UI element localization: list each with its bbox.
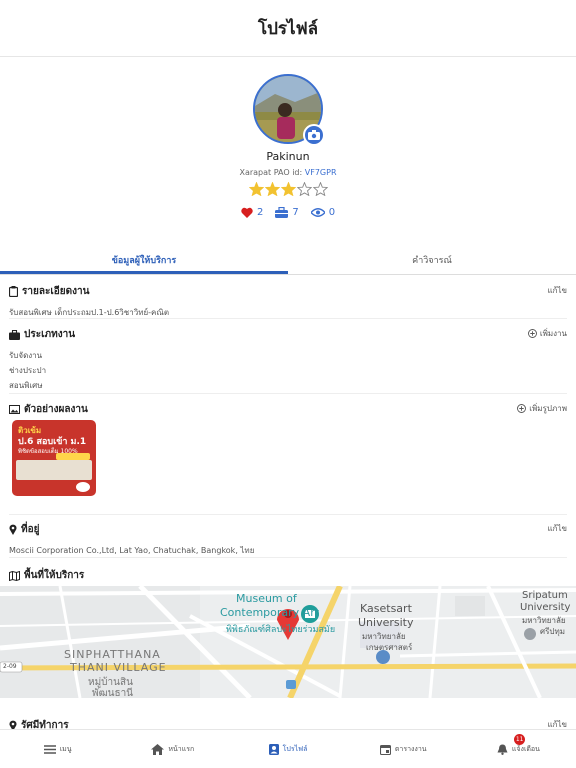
work-types-section: ประเภทงาน เพิ่มงาน รับจัดงาน ช่างประปา ส…: [9, 327, 567, 393]
address-section: ที่อยู่ แก้ไข Moscii Corporation Co.,Ltd…: [9, 522, 567, 558]
rating-stars: [0, 182, 576, 196]
clipboard-icon: [9, 286, 18, 297]
map-label-road: 2-09: [3, 663, 17, 670]
add-work-button[interactable]: เพิ่มงาน: [527, 327, 567, 340]
map-label-museum-th: พิพิธภัณฑ์ศิลปะไทยร่วมสมัย: [226, 625, 336, 635]
details-title-text: รายละเอียดงาน: [22, 286, 90, 297]
portfolio-title-text: ตัวอย่างผลงาน: [24, 404, 88, 415]
add-work-label: เพิ่มงาน: [539, 329, 567, 338]
calendar-icon: [379, 744, 391, 755]
map-label-sripatum-1: Sripatum: [522, 590, 568, 601]
briefcase-icon: [275, 207, 289, 218]
jobs-stat[interactable]: 7: [275, 207, 299, 218]
details-edit-button[interactable]: แก้ไข: [548, 284, 568, 297]
nav-calendar-label: ตารางงาน: [394, 744, 427, 753]
map-label-museum-2: Contemporary Art: [220, 606, 320, 619]
likes-count: 2: [256, 207, 264, 218]
profile-icon: [268, 743, 279, 755]
star-filled-icon: [248, 182, 264, 196]
map-label-kasetsart-th-2: เกษตรศาสตร์: [366, 643, 413, 652]
home-icon: [151, 743, 165, 755]
star-filled-icon: [264, 182, 280, 196]
nav-notifications[interactable]: แจ้งเตือน 11: [461, 730, 576, 768]
address-title: ที่อยู่: [9, 522, 567, 537]
nav-profile-label: โปรไฟล์: [282, 744, 308, 753]
address-text: Moscii Corporation Co.,Ltd, Lat Yao, Cha…: [9, 546, 255, 555]
work-types-title: ประเภทงาน: [9, 327, 567, 342]
profile-tabs: ข้อมูลผู้ให้บริการ คำวิจารณ์: [0, 251, 576, 275]
star-empty-icon: [312, 182, 328, 196]
divider: [9, 514, 567, 515]
map-label-museum-1: Museum of: [236, 592, 297, 605]
map-label-sripatum-2: University: [520, 602, 571, 613]
nav-home[interactable]: หน้าแรก: [115, 730, 230, 768]
list-item: ช่างประปา: [9, 366, 47, 375]
map-label-village-2: THANI VILLAGE: [70, 661, 167, 674]
profile-id-label: Xarapat PAO id:: [239, 168, 303, 177]
menu-icon: [43, 744, 56, 754]
avatar-container[interactable]: [253, 74, 325, 146]
map-label-sripatum-th-2: ศรีปทุม: [540, 627, 565, 636]
bell-icon: [497, 744, 508, 755]
portfolio-title: ตัวอย่างผลงาน: [9, 402, 567, 417]
list-item: สอนพิเศษ: [9, 381, 43, 390]
poster-photo: [16, 460, 92, 480]
map-label-kasetsart-1: Kasetsart: [360, 602, 412, 615]
star-filled-icon: [280, 182, 296, 196]
profile-card: Pakinun Xarapat PAO id: VF7GPR 2 7 0: [0, 57, 576, 247]
likes-stat[interactable]: 2: [241, 207, 263, 218]
eye-icon: [310, 208, 325, 217]
jobs-count: 7: [292, 207, 299, 218]
image-icon: [9, 405, 20, 414]
plus-circle-icon: [527, 329, 537, 338]
poster-seal: [76, 482, 90, 492]
details-section: รายละเอียดงาน แก้ไข รับสอนพิเศษ เด็กประถ…: [9, 284, 567, 320]
camera-icon[interactable]: [303, 124, 325, 146]
nav-calendar[interactable]: ตารางงาน: [346, 730, 461, 768]
heart-icon: [241, 207, 253, 218]
nav-menu-label: เมนู: [59, 744, 72, 753]
details-title: รายละเอียดงาน: [9, 284, 567, 299]
nav-notifications-label: แจ้งเตือน: [511, 744, 540, 753]
address-edit-button[interactable]: แก้ไข: [548, 522, 568, 535]
tab-provider-info[interactable]: ข้อมูลผู้ให้บริการ: [0, 251, 288, 274]
map-pin-icon: [9, 524, 17, 535]
service-area-title: พื้นที่ให้บริการ: [9, 568, 567, 583]
profile-id-code: VF7GPR: [304, 168, 337, 177]
nav-profile[interactable]: โปรไฟล์: [230, 730, 345, 768]
star-empty-icon: [296, 182, 312, 196]
page-header: โปรไฟล์: [0, 0, 576, 57]
map-label-village-1: SINPHATTHANA: [64, 648, 161, 661]
divider: [9, 557, 567, 558]
divider: [9, 318, 567, 319]
map-icon: [9, 570, 20, 581]
views-count: 0: [328, 207, 336, 218]
tab-reviews[interactable]: คำวิจารณ์: [288, 251, 576, 274]
service-area-section: พื้นที่ให้บริการ: [9, 568, 567, 583]
briefcase-icon: [9, 329, 20, 340]
map-label-kasetsart-2: University: [358, 616, 414, 629]
portfolio-section: ตัวอย่างผลงาน เพิ่มรูปภาพ: [9, 402, 567, 417]
bottom-nav: เมนู หน้าแรก โปรไฟล์ ตารางงาน แจ้งเตือน …: [0, 729, 576, 768]
poster-tag: [56, 453, 90, 460]
service-area-title-text: พื้นที่ให้บริการ: [24, 570, 85, 581]
work-types-title-text: ประเภทงาน: [24, 329, 76, 340]
page-title: โปรไฟล์: [257, 18, 319, 39]
nav-menu[interactable]: เมนู: [0, 730, 115, 768]
plus-circle-icon: [517, 404, 527, 413]
divider: [9, 393, 567, 394]
portfolio-image[interactable]: ติวเข้ม ป.6 สอบเข้า ม.1 พิชิตข้อสอบเต็ม …: [12, 420, 96, 496]
views-stat[interactable]: 0: [310, 207, 336, 218]
service-area-map[interactable]: Museum of Contemporary Art พิพิธภัณฑ์ศิล…: [0, 586, 576, 698]
nav-home-label: หน้าแรก: [168, 744, 195, 753]
profile-stats: 2 7 0: [0, 207, 576, 218]
profile-id: Xarapat PAO id: VF7GPR: [0, 168, 576, 177]
map-label-village-th-2: พัฒนธานี: [92, 688, 134, 698]
work-types-list: รับจัดงาน ช่างประปา สอนพิเศษ: [9, 348, 567, 393]
add-image-button[interactable]: เพิ่มรูปภาพ: [517, 402, 567, 415]
address-title-text: ที่อยู่: [21, 524, 40, 535]
list-item: รับจัดงาน: [9, 351, 43, 360]
profile-name: Pakinun: [266, 150, 310, 163]
add-image-label: เพิ่มรูปภาพ: [529, 404, 567, 413]
